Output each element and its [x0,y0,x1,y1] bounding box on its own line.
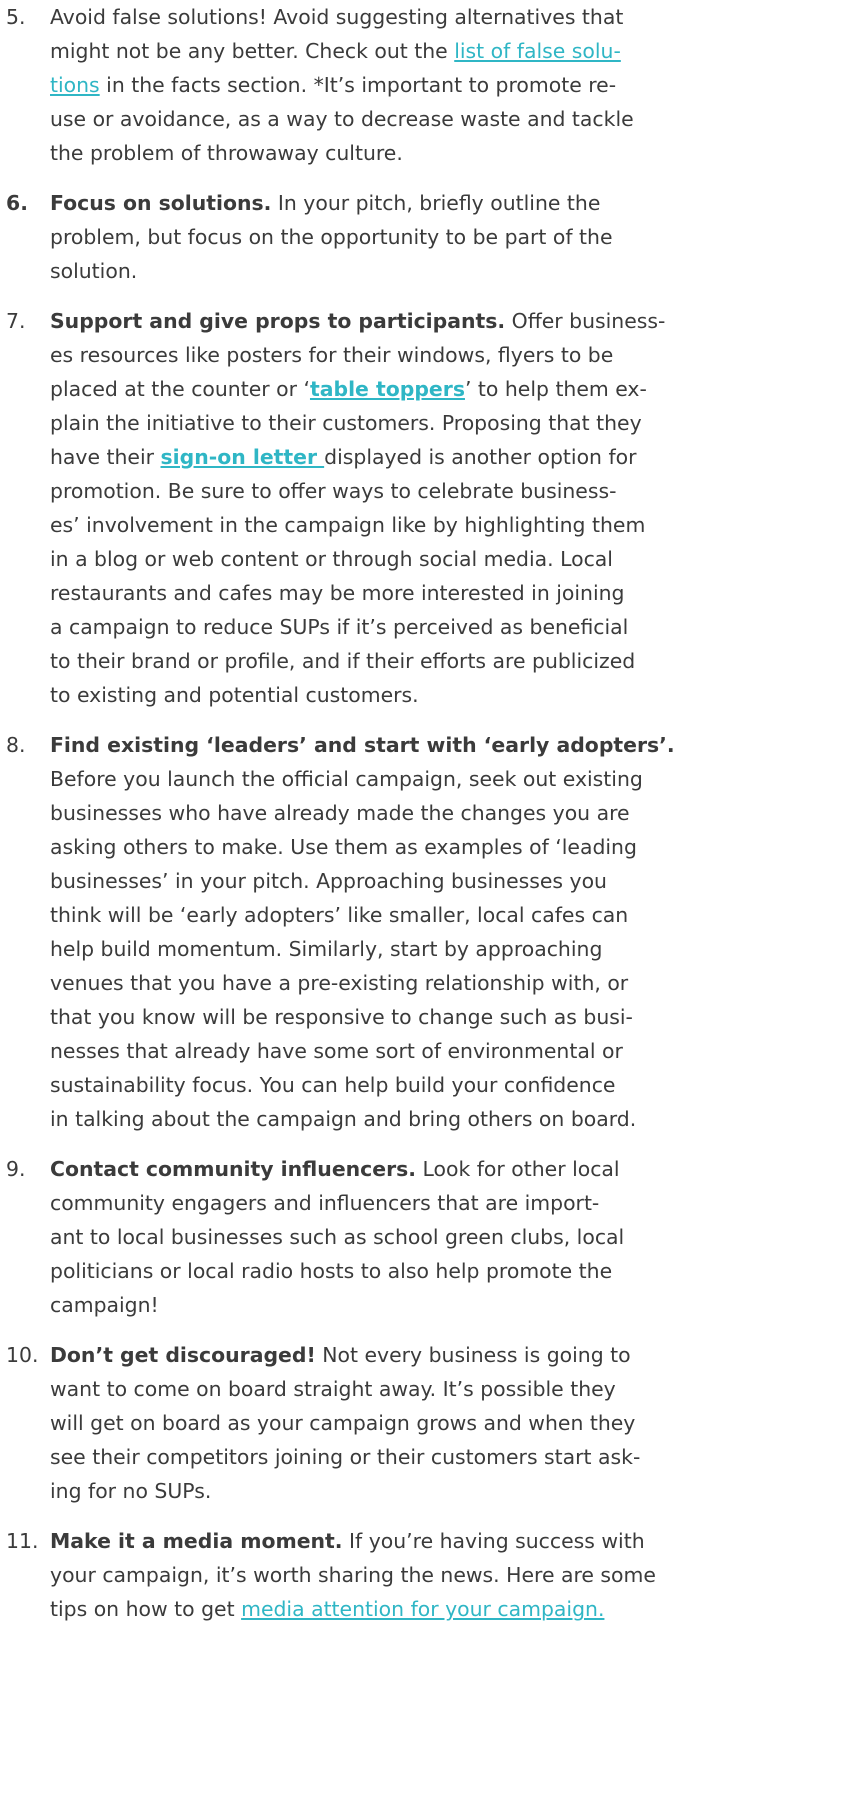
text-line: plain the initiative to their customers.… [50,411,642,435]
text-line: think will be ‘early adopters’ like smal… [50,903,629,927]
text-line: tips on how to get media attention for y… [50,1597,605,1621]
item-number: 5. [6,5,26,29]
text-line: restaurants and cafes may be more intere… [50,581,625,605]
item-number: 9. [6,1157,26,1181]
item-lead: Find existing ‘leaders’ and start with ‘… [50,733,675,757]
item-number: 10. [6,1343,39,1367]
item-number: 8. [6,733,26,757]
text-line: community engagers and influencers that … [50,1191,600,1215]
text-line: in talking about the campaign and bring … [50,1107,637,1131]
sign-on-letter-link[interactable]: sign-on letter [161,445,325,469]
item-lead: Focus on solutions. [50,191,272,215]
text-line: businesses who have already made the cha… [50,801,630,825]
item-lead: Make it a media moment. [50,1529,343,1553]
table-toppers-link[interactable]: table toppers [310,377,465,401]
item-lead: Support and give props to participants. [50,309,506,333]
text-line: to existing and potential customers. [50,683,419,707]
media-attention-link[interactable]: media attention for your campaign. [241,1597,604,1621]
text-line: see their competitors joining or their c… [50,1445,641,1469]
text-line: Avoid false solutions! Avoid suggesting … [50,5,624,29]
item-number: 7. [6,309,26,333]
false-solutions-link-continued[interactable]: tions [50,73,100,97]
text-line: Support and give props to participants. … [50,309,666,333]
text-line: es resources like posters for their wind… [50,343,614,367]
item-text: Find existing ‘leaders’ and start with ‘… [50,728,830,1136]
text-line: promotion. Be sure to offer ways to cele… [50,479,617,503]
item-text: Don’t get discouraged! Not every busines… [50,1338,830,1508]
item-text: Make it a media moment. If you’re having… [50,1524,830,1626]
text-line: help build momentum. Similarly, start by… [50,937,603,961]
text-line: politicians or local radio hosts to also… [50,1259,613,1283]
false-solutions-link[interactable]: list of false solu- [454,39,621,63]
text-line: Focus on solutions. In your pitch, brief… [50,191,601,215]
text-line: ing for no SUPs. [50,1479,212,1503]
item-lead: Contact community influencers. [50,1157,417,1181]
text-line: Make it a media moment. If you’re having… [50,1529,645,1553]
text-line: asking others to make. Use them as examp… [50,835,637,859]
text-line: might not be any better. Check out the l… [50,39,621,63]
text-line: Find existing ‘leaders’ and start with ‘… [50,728,830,762]
text-line: Before you launch the official campaign,… [50,767,643,791]
text-line: campaign! [50,1293,159,1317]
text-line: tions in the facts section. *It’s import… [50,73,617,97]
text-line: nesses that already have some sort of en… [50,1039,623,1063]
text-line: ant to local businesses such as school g… [50,1225,625,1249]
text-line: use or avoidance, as a way to decrease w… [50,107,634,131]
text-line: Contact community influencers. Look for … [50,1157,620,1181]
text-line: businesses’ in your pitch. Approaching b… [50,869,607,893]
text-line: will get on board as your campaign grows… [50,1411,636,1435]
text-line: es’ involvement in the campaign like by … [50,513,646,537]
text-line: your campaign, it’s worth sharing the ne… [50,1563,656,1587]
document-page: 5. Avoid false solutions! Avoid suggesti… [0,0,845,1820]
text-line: that you know will be responsive to chan… [50,1005,633,1029]
text-line: want to come on board straight away. It’… [50,1377,616,1401]
text-line: sustainability focus. You can help build… [50,1073,616,1097]
item-lead: Don’t get discouraged! [50,1343,316,1367]
item-text: Focus on solutions. In your pitch, brief… [50,186,830,288]
text-line: solution. [50,259,138,283]
item-text: Avoid false solutions! Avoid suggesting … [50,0,830,170]
item-number: 11. [6,1529,39,1553]
text-line: to their brand or profile, and if their … [50,649,636,673]
text-line: placed at the counter or ‘table toppers’… [50,377,647,401]
text-line: venues that you have a pre-existing rela… [50,971,629,995]
text-line: problem, but focus on the opportunity to… [50,225,613,249]
item-text: Contact community influencers. Look for … [50,1152,830,1322]
item-number: 6. [6,191,28,215]
item-text: Support and give props to participants. … [50,304,830,712]
text-line: the problem of throwaway culture. [50,141,403,165]
text-line: a campaign to reduce SUPs if it’s percei… [50,615,629,639]
text-line: Don’t get discouraged! Not every busines… [50,1343,631,1367]
text-line: in a blog or web content or through soci… [50,547,613,571]
text-line: have their sign-on letter displayed is a… [50,445,637,469]
